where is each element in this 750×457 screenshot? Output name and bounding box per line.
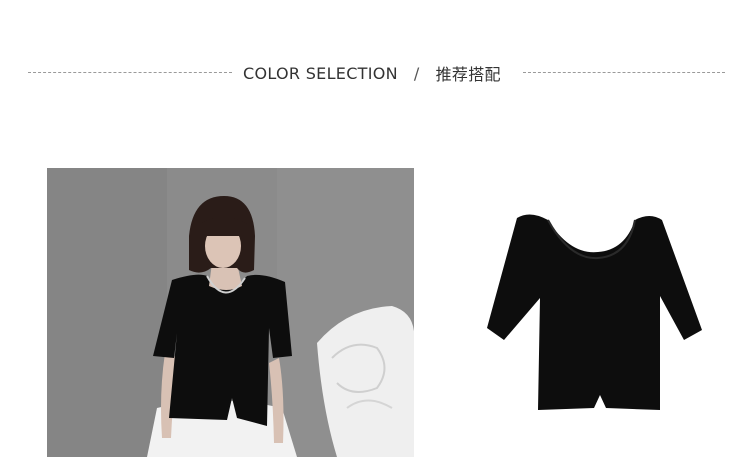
section-header: COLOR SELECTION / 推荐搭配 — [0, 56, 750, 90]
title-english: COLOR SELECTION — [243, 63, 398, 83]
left-dashed-rule — [28, 72, 232, 73]
product-photo-illustration — [487, 214, 702, 410]
model-photo-illustration — [47, 168, 414, 457]
section-title: COLOR SELECTION / 推荐搭配 — [243, 62, 501, 85]
right-dashed-rule — [523, 72, 725, 73]
product-photo — [470, 200, 720, 430]
title-chinese: 推荐搭配 — [435, 65, 501, 84]
title-separator: / — [413, 63, 420, 83]
model-photo — [47, 168, 414, 457]
